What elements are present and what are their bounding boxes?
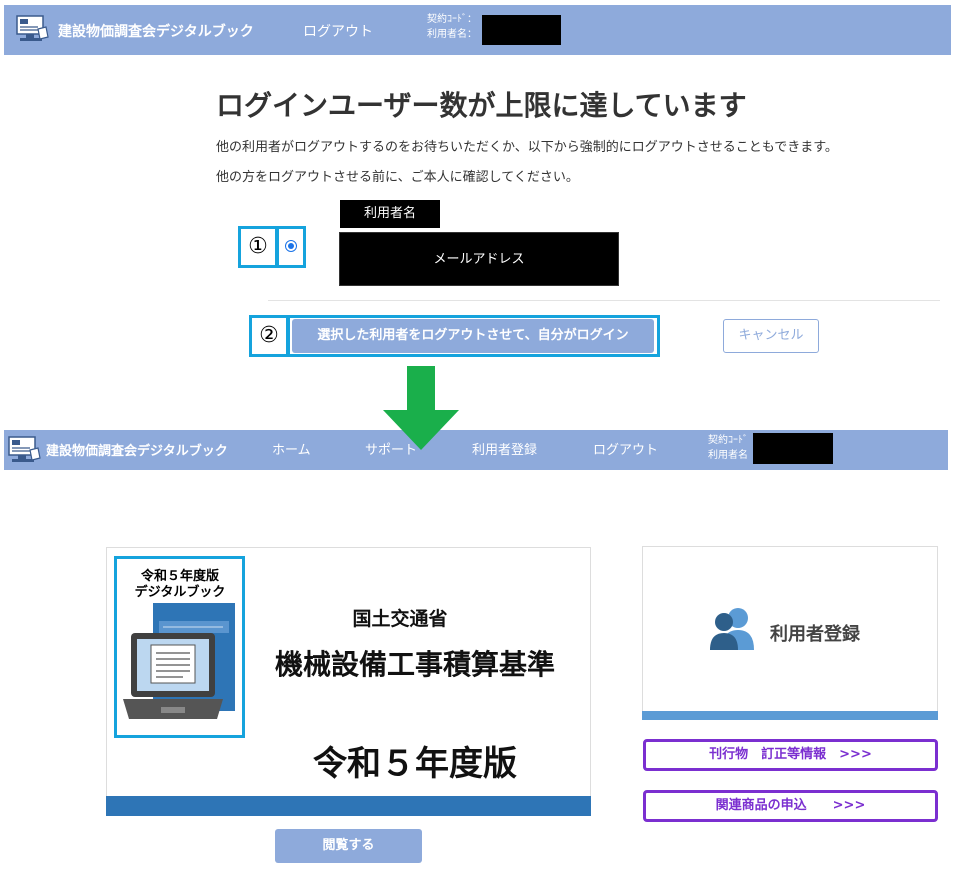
cover-title-line-1: 令和５年度版: [140, 569, 219, 584]
user-select-radio[interactable]: [285, 240, 297, 252]
page-title: ログインユーザー数が上限に達しています: [216, 89, 747, 122]
down-arrow-icon: [383, 366, 459, 450]
user-name-label: 利用者名: [708, 450, 748, 461]
computer-book-icon: [8, 436, 41, 462]
nav-home[interactable]: ホーム: [272, 439, 311, 458]
book-organization: 国土交通省: [352, 608, 448, 630]
computer-book-icon: [16, 15, 49, 41]
book-name: 機械設備工事積算基準: [274, 648, 555, 681]
contract-code-label: 契約ｺｰﾄﾞ：: [427, 14, 477, 25]
contract-code-label: 契約ｺｰﾄﾞ: [708, 435, 748, 446]
user-registration-label: 利用者登録: [770, 624, 860, 645]
force-logout-button[interactable]: 選択した利用者をログアウトさせて、自分がログイン: [292, 319, 654, 353]
step-1-number: ①: [248, 234, 268, 259]
divider: [268, 300, 940, 301]
brand-title[interactable]: 建設物価調査会デジタルブック: [58, 21, 254, 41]
view-button[interactable]: 閲覧する: [275, 829, 422, 863]
email-cell: メールアドレス: [339, 232, 619, 286]
description-line-1: 他の利用者がログアウトするのをお待ちいただくか、以下から強制的にログアウトさせる…: [216, 140, 838, 155]
description-line-2: 他の方をログアウトさせる前に、ご本人に確認してください。: [216, 170, 579, 185]
book-card-bar: [106, 796, 591, 816]
top-header: 建設物価調査会デジタルブック ログアウト 契約ｺｰﾄﾞ： 利用者名：: [4, 5, 951, 55]
user-name-label: 利用者名：: [427, 29, 477, 40]
cover-title-line-2: デジタルブック: [134, 585, 226, 600]
nav-logout[interactable]: ログアウト: [593, 439, 658, 458]
user-registration-bar: [642, 711, 938, 720]
second-header: 建設物価調査会デジタルブック ホーム サポート 利用者登録 ログアウト 契約ｺｰ…: [4, 430, 948, 470]
logout-link[interactable]: ログアウト: [303, 21, 373, 41]
errata-link-button[interactable]: 刊行物 訂正等情報 >>>: [643, 739, 938, 771]
laptop-icon: [123, 603, 235, 719]
redacted-account-info: [753, 433, 833, 464]
book-cover[interactable]: 令和５年度版 デジタルブック: [114, 556, 245, 738]
users-icon: [710, 608, 754, 650]
related-products-button[interactable]: 関連商品の申込 >>>: [643, 790, 938, 822]
nav-user-registration[interactable]: 利用者登録: [472, 439, 537, 458]
step-2-number: ②: [259, 323, 279, 348]
redacted-account-info: [482, 15, 561, 45]
book-edition: 令和５年度版: [313, 744, 517, 784]
user-name-cell: 利用者名: [340, 200, 440, 228]
brand-title[interactable]: 建設物価調査会デジタルブック: [46, 440, 228, 459]
cancel-button[interactable]: キャンセル: [723, 319, 819, 353]
